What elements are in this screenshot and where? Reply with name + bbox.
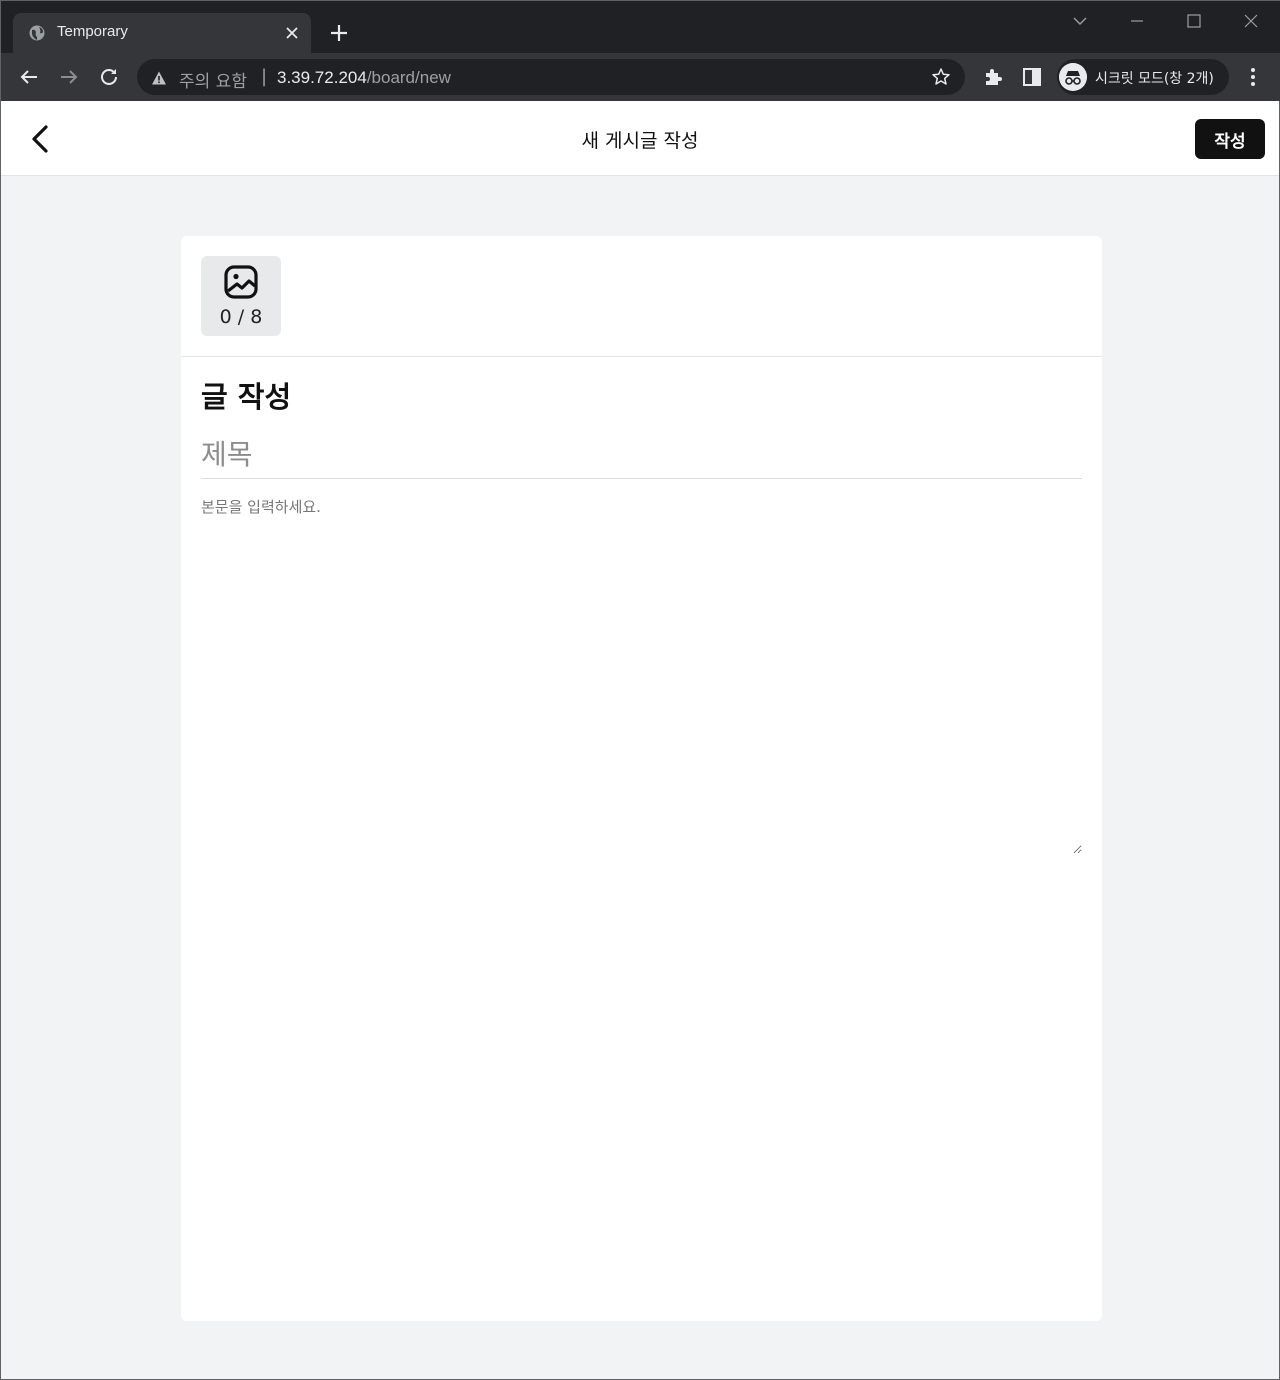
tab-title: Temporary <box>57 23 128 40</box>
browser-tab[interactable]: Temporary <box>13 13 311 53</box>
url-path: /board/new <box>366 68 451 87</box>
title-input[interactable] <box>201 431 1082 479</box>
browser-menu-icon[interactable] <box>1241 65 1265 89</box>
tab-close-icon[interactable] <box>283 24 301 42</box>
section-title: 글 작성 <box>201 380 292 414</box>
side-panel-icon[interactable] <box>1020 65 1044 89</box>
reload-icon[interactable] <box>97 65 121 89</box>
photo-upload-button[interactable]: 0 / 8 <box>201 256 281 336</box>
incognito-label: 시크릿 모드(창 2개) <box>1095 71 1214 87</box>
forward-arrow-icon[interactable] <box>57 65 81 89</box>
photo-count: 0 / 8 <box>219 306 263 328</box>
minimize-icon[interactable] <box>1125 9 1149 33</box>
browser-toolbar: 주의 요함 | 3.39.72.204/board/new 시크릿 모드(창 2… <box>1 53 1280 101</box>
divider <box>181 356 1102 357</box>
extensions-puzzle-icon[interactable] <box>981 65 1005 89</box>
warning-icon <box>152 71 166 85</box>
browser-tabstrip: Temporary <box>1 1 1280 53</box>
body-textarea[interactable] <box>201 496 1082 854</box>
window-close-icon[interactable] <box>1239 9 1263 33</box>
url-text[interactable]: 3.39.72.204/board/new <box>277 68 451 88</box>
bookmark-star-icon[interactable] <box>931 67 951 87</box>
page-title: 새 게시글 작성 <box>581 130 699 152</box>
image-icon <box>224 265 258 299</box>
post-editor-card: 0 / 8 글 작성 <box>181 236 1102 1321</box>
app-header: 새 게시글 작성 작성 <box>1 101 1279 176</box>
incognito-icon <box>1059 63 1087 91</box>
address-bar[interactable]: 주의 요함 | 3.39.72.204/board/new <box>137 59 965 95</box>
security-warning-label[interactable]: 주의 요함 <box>179 67 247 92</box>
maximize-icon[interactable] <box>1182 9 1206 33</box>
incognito-profile-button[interactable]: 시크릿 모드(창 2개) <box>1057 59 1229 95</box>
globe-icon <box>29 25 45 41</box>
url-host: 3.39.72.204 <box>277 68 367 87</box>
tab-search-icon[interactable] <box>1068 9 1092 33</box>
new-tab-icon[interactable] <box>327 21 351 45</box>
submit-post-button[interactable]: 작성 <box>1195 119 1265 159</box>
url-separator: | <box>261 66 268 87</box>
back-arrow-icon[interactable] <box>17 65 41 89</box>
